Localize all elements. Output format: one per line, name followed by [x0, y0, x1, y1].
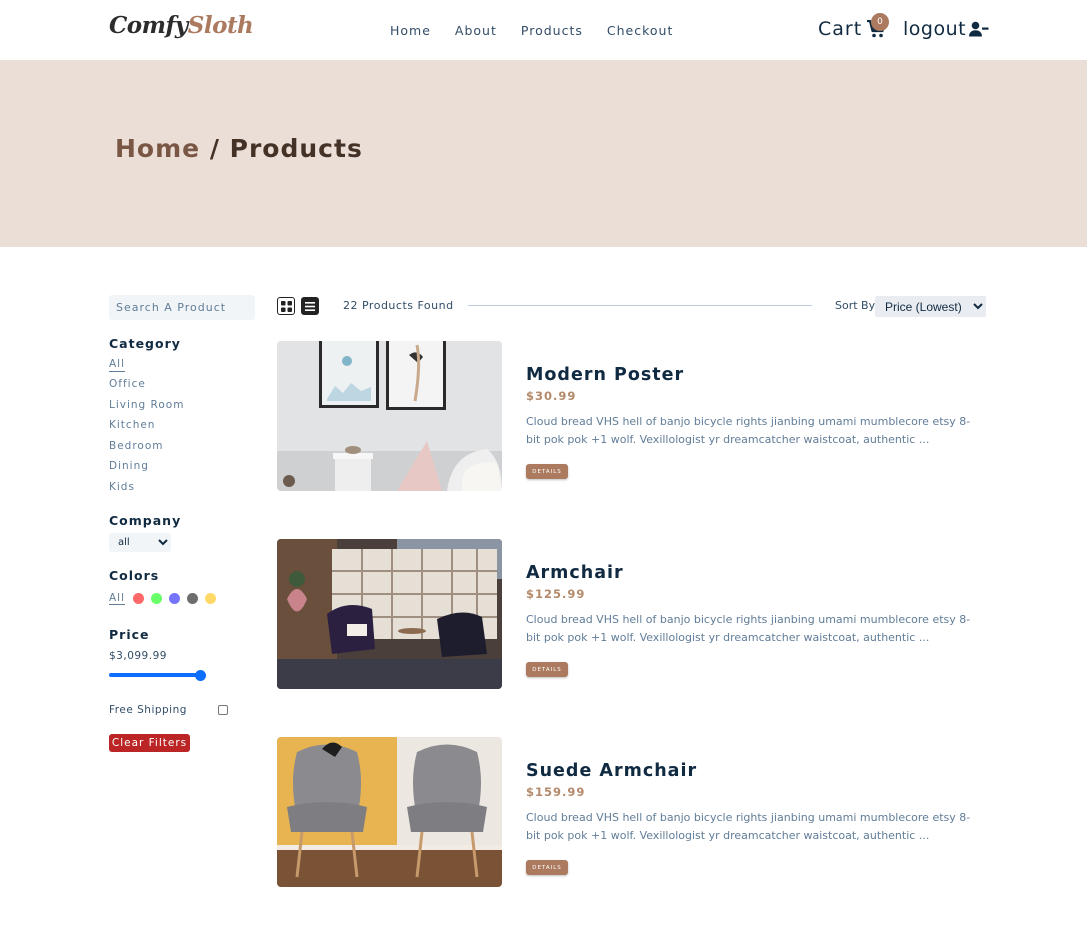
category-all[interactable]: All: [109, 358, 126, 372]
price-range-slider[interactable]: [109, 673, 204, 677]
details-button[interactable]: DETAILS: [526, 464, 568, 479]
sort-select[interactable]: Price (Lowest): [875, 296, 986, 317]
page-hero: Home / Products: [0, 60, 1087, 247]
product-name: Modern Poster: [526, 365, 685, 385]
user-minus-icon: [969, 21, 989, 37]
breadcrumb-current: Products: [229, 134, 363, 163]
details-button[interactable]: DETAILS: [526, 860, 568, 875]
colors-title: Colors: [109, 568, 160, 583]
product-card: Armchair $125.99 Cloud bread VHS hell of…: [277, 539, 987, 689]
search-input[interactable]: [109, 295, 255, 320]
navbar: ComfySloth Home About Products Checkout …: [0, 0, 1087, 60]
clear-filters-button[interactable]: Clear Filters: [109, 734, 190, 752]
category-living-room[interactable]: Living Room: [109, 399, 184, 411]
company-select[interactable]: all: [109, 533, 171, 552]
product-image-armchair: [277, 539, 502, 689]
category-office[interactable]: Office: [109, 378, 146, 390]
company-title: Company: [109, 513, 182, 528]
toolbar-divider: [468, 305, 812, 306]
nav-link-checkout[interactable]: Checkout: [607, 23, 673, 38]
color-all[interactable]: All: [109, 592, 126, 605]
nav-link-products[interactable]: Products: [521, 23, 583, 38]
product-price: $125.99: [526, 587, 586, 601]
logo[interactable]: ComfySloth: [109, 12, 254, 39]
nav-link-about[interactable]: About: [455, 23, 497, 38]
product-image-suede-armchair: [277, 737, 502, 887]
product-image-modern-poster: [277, 341, 502, 491]
sort-label: Sort By: [835, 299, 876, 312]
nav-links: Home About Products Checkout: [390, 23, 673, 38]
product-description: Cloud bread VHS hell of banjo bicycle ri…: [526, 811, 971, 842]
logout-button[interactable]: logout: [903, 18, 989, 40]
category-dining[interactable]: Dining: [109, 460, 149, 472]
grid-view-button[interactable]: [277, 297, 295, 315]
grid-icon: [280, 300, 292, 312]
breadcrumb-home[interactable]: Home: [115, 134, 200, 163]
logout-label: logout: [903, 18, 967, 40]
color-swatch-green[interactable]: [151, 593, 163, 604]
category-kids[interactable]: Kids: [109, 481, 135, 493]
product-description: Cloud bread VHS hell of banjo bicycle ri…: [526, 613, 971, 644]
product-name: Suede Armchair: [526, 761, 698, 781]
products-found-count: 22 Products Found: [343, 299, 454, 312]
color-swatch-black[interactable]: [187, 593, 199, 604]
category-title: Category: [109, 336, 181, 351]
product-description: Cloud bread VHS hell of banjo bicycle ri…: [526, 415, 971, 446]
color-filters: All: [109, 592, 223, 605]
product-price: $30.99: [526, 389, 577, 403]
cart-label: Cart: [818, 18, 863, 40]
category-kitchen[interactable]: Kitchen: [109, 419, 155, 431]
color-swatch-yellow[interactable]: [205, 593, 217, 604]
breadcrumb: Home / Products: [115, 134, 363, 163]
price-value: $3,099.99: [109, 650, 167, 662]
details-button[interactable]: DETAILS: [526, 662, 568, 677]
logo-text-sloth: Sloth: [187, 12, 254, 39]
list-icon: [305, 301, 315, 311]
category-bedroom[interactable]: Bedroom: [109, 440, 164, 452]
logo-text-comfy: Comfy: [109, 12, 188, 39]
color-swatch-blue[interactable]: [169, 593, 181, 604]
price-range-thumb[interactable]: [195, 670, 206, 681]
color-swatch-red[interactable]: [133, 593, 145, 604]
product-price: $159.99: [526, 785, 586, 799]
free-shipping-checkbox[interactable]: [218, 705, 228, 715]
free-shipping-label: Free Shipping: [109, 704, 187, 716]
cart-count-badge: 0: [871, 13, 889, 31]
nav-link-home[interactable]: Home: [390, 23, 431, 38]
price-title: Price: [109, 627, 150, 642]
breadcrumb-separator: /: [200, 134, 230, 163]
product-name: Armchair: [526, 563, 624, 583]
product-card: Suede Armchair $159.99 Cloud bread VHS h…: [277, 737, 987, 887]
product-card: Modern Poster $30.99 Cloud bread VHS hel…: [277, 341, 987, 491]
list-view-button[interactable]: [301, 297, 319, 315]
